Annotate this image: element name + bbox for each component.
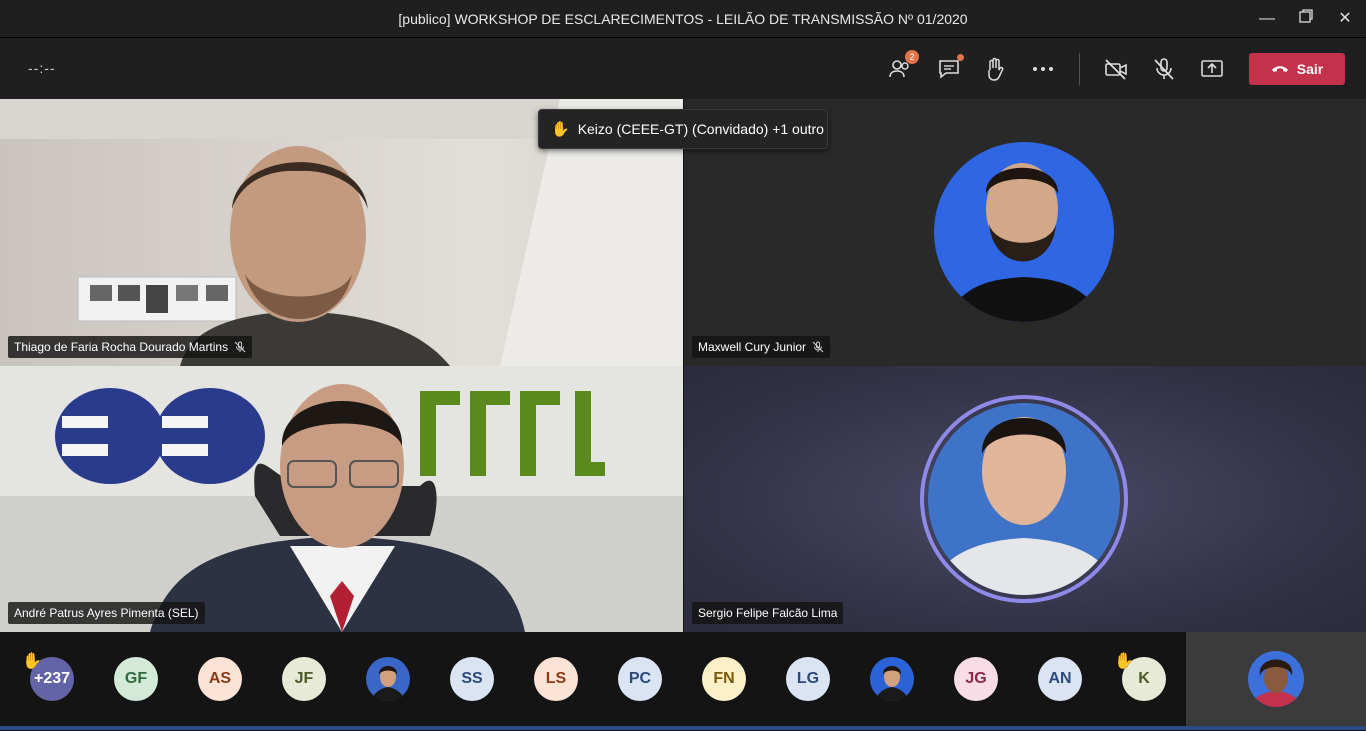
roster-avatar[interactable] [366, 657, 410, 701]
avatar-initials: +237 [33, 670, 71, 687]
video-tile-sergio[interactable]: Sergio Felipe Falcão Lima [684, 366, 1366, 632]
avatar-initials: GF [124, 670, 148, 687]
roster-avatar[interactable]: SS [450, 657, 494, 701]
roster-avatar[interactable] [870, 657, 914, 701]
chat-unread-dot [957, 54, 964, 61]
window-bottom-edge [0, 726, 1366, 730]
mic-off-icon [1154, 58, 1174, 80]
avatar-photo [370, 666, 406, 701]
roster-avatar[interactable]: AS [198, 657, 242, 701]
avatar-initials: LS [545, 670, 567, 687]
meeting-toolbar: --:-- 2 Sair [0, 38, 1366, 99]
roster-avatar[interactable]: LG [786, 657, 830, 701]
camera-toggle-button[interactable] [1103, 56, 1129, 82]
avatar-initials: K [1138, 670, 1150, 687]
restore-icon[interactable] [1295, 8, 1317, 30]
more-actions-button[interactable] [1030, 56, 1056, 82]
meeting-title: [publico] WORKSHOP DE ESCLARECIMENTOS - … [398, 11, 968, 27]
avatar-initials: FN [713, 670, 735, 687]
leave-label: Sair [1296, 61, 1324, 77]
roster-avatar[interactable]: LS [534, 657, 578, 701]
mic-off-icon [812, 341, 824, 353]
close-icon[interactable]: ✕ [1334, 8, 1356, 30]
raise-hand-icon: ✋ [551, 121, 570, 138]
roster-avatar[interactable]: JG [954, 657, 998, 701]
roster-avatar[interactable]: JF [282, 657, 326, 701]
roster-avatar[interactable]: GF [114, 657, 158, 701]
self-avatar [1248, 651, 1304, 707]
video-feed [0, 366, 683, 632]
raise-hand-icon [988, 57, 1004, 81]
mic-off-icon [234, 341, 246, 353]
minimize-icon[interactable]: — [1256, 8, 1278, 30]
raise-hand-button[interactable] [982, 56, 1008, 82]
avatar-initials: AN [1048, 670, 1072, 687]
participant-name-label: Maxwell Cury Junior [692, 336, 831, 358]
leave-button[interactable]: Sair [1249, 53, 1345, 85]
toolbar-divider [1079, 53, 1080, 85]
share-screen-button[interactable] [1199, 56, 1225, 82]
video-tile-andre[interactable]: André Patrus Ayres Pimenta (SEL) [0, 366, 683, 632]
roster-avatar[interactable]: FN [702, 657, 746, 701]
hang-up-icon [1271, 66, 1288, 72]
avatar-initials: LG [796, 670, 820, 687]
participant-avatar [920, 395, 1128, 603]
roster-avatar[interactable]: PC [618, 657, 662, 701]
avatar-initials: JF [294, 670, 314, 687]
mic-toggle-button[interactable] [1151, 56, 1177, 82]
self-view[interactable] [1186, 632, 1366, 726]
avatar-initials: SS [461, 670, 483, 687]
title-bar: [publico] WORKSHOP DE ESCLARECIMENTOS - … [0, 0, 1366, 38]
raised-hand-icon: ✋ [22, 653, 42, 670]
raised-hand-icon: ✋ [1114, 653, 1134, 670]
avatar-initials: PC [628, 670, 652, 687]
raised-hand-notification[interactable]: ✋ Keizo (CEEE-GT) (Convidado) +1 outro [538, 109, 828, 149]
participants-button[interactable]: 2 [887, 50, 919, 82]
camera-off-icon [1105, 59, 1127, 80]
participant-roster: +237 ✋ GF AS JF SS LS PC FN LG JG AN K ✋ [0, 632, 1366, 730]
raised-hand-text: Keizo (CEEE-GT) (Convidado) +1 outro [577, 121, 824, 137]
more-icon [1033, 67, 1053, 71]
share-screen-icon [1201, 60, 1223, 77]
participants-badge: 2 [905, 50, 919, 64]
chat-button[interactable] [936, 54, 964, 82]
avatar-photo [874, 666, 910, 701]
roster-avatar[interactable]: AN [1038, 657, 1082, 701]
call-timer: --:-- [28, 60, 56, 76]
avatar-initials: JG [965, 670, 987, 687]
avatar-initials: AS [208, 670, 232, 687]
participant-name-label: André Patrus Ayres Pimenta (SEL) [8, 602, 205, 624]
participant-name-label: Sergio Felipe Falcão Lima [692, 602, 844, 624]
participant-name-label: Thiago de Faria Rocha Dourado Martins [8, 336, 253, 358]
